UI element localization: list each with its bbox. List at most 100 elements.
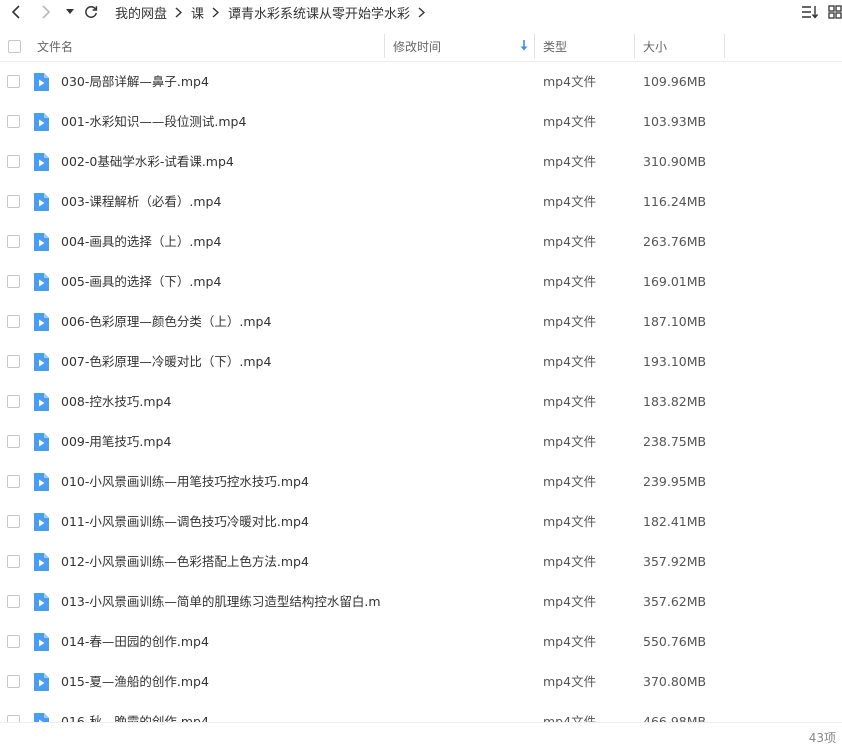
select-all-checkbox[interactable] (8, 31, 24, 61)
file-name[interactable]: 012-小风景画训练—色彩搭配上色方法.mp4 (61, 542, 381, 582)
breadcrumb-item-current-folder[interactable]: 谭青水彩系统课从零开始学水彩 (228, 3, 410, 22)
breadcrumb-item-my-drive[interactable]: 我的网盘 (115, 3, 167, 22)
file-name[interactable]: 003-课程解析（必看）.mp4 (61, 182, 381, 222)
file-size: 263.76MB (643, 234, 707, 249)
file-name[interactable]: 004-画具的选择（上）.mp4 (61, 222, 381, 262)
row-checkbox[interactable] (7, 675, 20, 688)
row-checkbox[interactable] (7, 595, 20, 608)
status-bar: 43项 (0, 722, 842, 752)
file-row[interactable]: 016-秋—晚霞的创作.mp4 mp4文件 466.98MB (0, 702, 842, 722)
row-checkbox[interactable] (7, 395, 20, 408)
file-type: mp4文件 (543, 594, 597, 609)
file-size: 238.75MB (643, 434, 707, 449)
sort-list-icon[interactable] (800, 3, 818, 21)
file-name[interactable]: 030-局部详解—鼻子.mp4 (61, 62, 381, 102)
video-file-icon (34, 433, 49, 451)
row-checkbox[interactable] (7, 635, 20, 648)
file-name[interactable]: 016-秋—晚霞的创作.mp4 (61, 702, 381, 722)
file-name[interactable]: 002-0基础学水彩-试看课.mp4 (61, 142, 381, 182)
file-name[interactable]: 008-控水技巧.mp4 (61, 382, 381, 422)
file-name[interactable]: 014-春—田园的创作.mp4 (61, 622, 381, 662)
video-file-icon (34, 233, 49, 251)
row-checkbox[interactable] (7, 515, 20, 528)
column-divider[interactable] (384, 34, 385, 58)
chevron-right-icon (212, 6, 220, 18)
column-divider[interactable] (534, 34, 535, 58)
row-checkbox[interactable] (7, 75, 20, 88)
row-checkbox[interactable] (7, 115, 20, 128)
forward-arrow-icon[interactable] (36, 0, 56, 24)
file-name[interactable]: 007-色彩原理—冷暖对比（下）.mp4 (61, 342, 381, 382)
checkbox[interactable] (8, 39, 21, 53)
file-row[interactable]: 007-色彩原理—冷暖对比（下）.mp4 mp4文件 193.10MB (0, 342, 842, 382)
file-size: 109.96MB (643, 74, 707, 89)
row-checkbox[interactable] (7, 275, 20, 288)
file-row[interactable]: 012-小风景画训练—色彩搭配上色方法.mp4 mp4文件 357.92MB (0, 542, 842, 582)
column-name[interactable]: 文件名 (37, 31, 377, 61)
file-row[interactable]: 009-用笔技巧.mp4 mp4文件 238.75MB (0, 422, 842, 462)
file-row[interactable]: 006-色彩原理—颜色分类（上）.mp4 mp4文件 187.10MB (0, 302, 842, 342)
column-divider[interactable] (724, 34, 725, 58)
video-file-icon (34, 633, 49, 651)
file-row[interactable]: 004-画具的选择（上）.mp4 mp4文件 263.76MB (0, 222, 842, 262)
dropdown-triangle-icon[interactable] (63, 0, 77, 24)
row-checkbox[interactable] (7, 715, 20, 722)
file-row[interactable]: 013-小风景画训练—简单的肌理练习造型结构控水留白.m... mp4文件 357.… (0, 582, 842, 622)
row-checkbox[interactable] (7, 235, 20, 248)
file-name[interactable]: 005-画具的选择（下）.mp4 (61, 262, 381, 302)
file-row[interactable]: 015-夏—渔船的创作.mp4 mp4文件 370.80MB (0, 662, 842, 702)
row-checkbox[interactable] (7, 475, 20, 488)
file-type: mp4文件 (543, 274, 597, 289)
file-size: 183.82MB (643, 394, 707, 409)
row-checkbox[interactable] (7, 435, 20, 448)
file-size: 182.41MB (643, 514, 707, 529)
file-row[interactable]: 002-0基础学水彩-试看课.mp4 mp4文件 310.90MB (0, 142, 842, 182)
refresh-icon[interactable] (81, 0, 101, 24)
file-row[interactable]: 001-水彩知识——段位测试.mp4 mp4文件 103.93MB (0, 102, 842, 142)
file-type: mp4文件 (543, 114, 597, 129)
file-type: mp4文件 (543, 194, 597, 209)
file-row[interactable]: 030-局部详解—鼻子.mp4 mp4文件 109.96MB (0, 62, 842, 102)
column-divider[interactable] (634, 34, 635, 58)
breadcrumb: 我的网盘 课 谭青水彩系统课从零开始学水彩 (115, 0, 434, 24)
file-row[interactable]: 008-控水技巧.mp4 mp4文件 183.82MB (0, 382, 842, 422)
file-type: mp4文件 (543, 154, 597, 169)
file-row[interactable]: 011-小风景画训练—调色技巧冷暖对比.mp4 mp4文件 182.41MB (0, 502, 842, 542)
back-arrow-icon[interactable] (6, 0, 26, 24)
file-row[interactable]: 003-课程解析（必看）.mp4 mp4文件 116.24MB (0, 182, 842, 222)
file-size: 116.24MB (643, 194, 707, 209)
row-checkbox[interactable] (7, 195, 20, 208)
file-type: mp4文件 (543, 634, 597, 649)
chevron-right-icon[interactable] (418, 6, 426, 18)
file-name[interactable]: 009-用笔技巧.mp4 (61, 422, 381, 462)
file-size: 187.10MB (643, 314, 707, 329)
file-size: 466.98MB (643, 714, 707, 722)
file-name[interactable]: 010-小风景画训练—用笔技巧控水技巧.mp4 (61, 462, 381, 502)
file-size: 357.92MB (643, 554, 707, 569)
column-modified[interactable]: 修改时间 (393, 31, 533, 61)
file-type: mp4文件 (543, 514, 597, 529)
column-size[interactable]: 大小 (643, 31, 723, 61)
grid-view-icon[interactable] (826, 3, 842, 21)
file-size: 193.10MB (643, 354, 707, 369)
file-size: 550.76MB (643, 634, 707, 649)
file-name[interactable]: 015-夏—渔船的创作.mp4 (61, 662, 381, 702)
file-row[interactable]: 014-春—田园的创作.mp4 mp4文件 550.76MB (0, 622, 842, 662)
file-name[interactable]: 013-小风景画训练—简单的肌理练习造型结构控水留白.m... (61, 582, 381, 622)
video-file-icon (34, 113, 49, 131)
file-type: mp4文件 (543, 554, 597, 569)
file-type: mp4文件 (543, 674, 597, 689)
file-name[interactable]: 001-水彩知识——段位测试.mp4 (61, 102, 381, 142)
row-checkbox[interactable] (7, 355, 20, 368)
row-checkbox[interactable] (7, 555, 20, 568)
file-row[interactable]: 005-画具的选择（下）.mp4 mp4文件 169.01MB (0, 262, 842, 302)
breadcrumb-item-course[interactable]: 课 (191, 3, 204, 22)
row-checkbox[interactable] (7, 155, 20, 168)
file-row[interactable]: 010-小风景画训练—用笔技巧控水技巧.mp4 mp4文件 239.95MB (0, 462, 842, 502)
video-file-icon (34, 393, 49, 411)
file-size: 169.01MB (643, 274, 707, 289)
column-type[interactable]: 类型 (543, 31, 633, 61)
file-name[interactable]: 006-色彩原理—颜色分类（上）.mp4 (61, 302, 381, 342)
row-checkbox[interactable] (7, 315, 20, 328)
file-name[interactable]: 011-小风景画训练—调色技巧冷暖对比.mp4 (61, 502, 381, 542)
